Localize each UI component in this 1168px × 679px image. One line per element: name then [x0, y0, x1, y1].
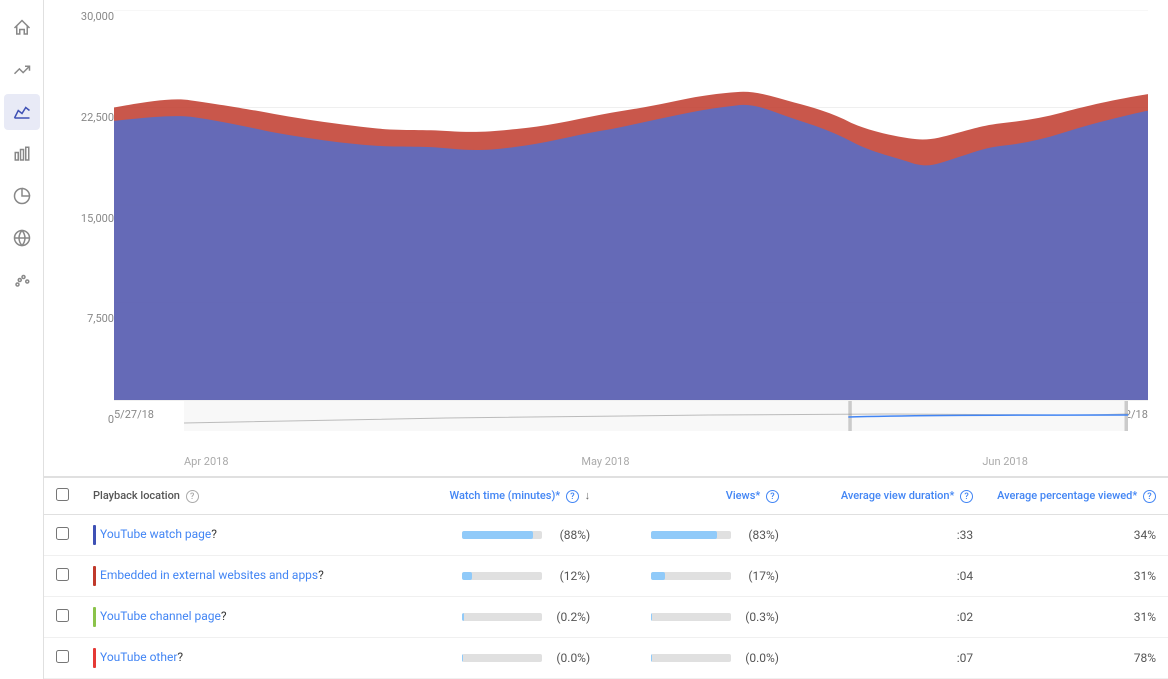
sidebar-icon-scatter[interactable] — [4, 262, 40, 298]
sidebar-icon-bar-chart[interactable] — [4, 136, 40, 172]
row-color-indicator — [93, 607, 96, 627]
row-avg-duration: :02 — [791, 597, 985, 638]
row-avg-duration: :07 — [791, 638, 985, 679]
header-playback-location: Playback location ? — [81, 478, 398, 515]
timeline-label-may: May 2018 — [581, 455, 629, 468]
playback-help-icon[interactable]: ? — [186, 490, 199, 503]
table-row: Embedded in external websites and apps? (… — [44, 556, 1168, 597]
avg-pct-help-icon[interactable]: ? — [1143, 490, 1156, 503]
row-checkbox-cell — [44, 515, 81, 556]
area-chart-wrapper: 5/27/18 5/29/18 5/31/18 6/2/18 6/4/18 6/… — [114, 10, 1148, 400]
header-label-watchtime: Watch time (minutes)* — [449, 489, 560, 502]
y-label-22500: 22,500 — [54, 111, 114, 124]
row-views-cell: (83%) — [602, 515, 791, 556]
row-watch-time-label: (0.2%) — [548, 610, 590, 624]
header-label-avg-duration: Average view duration* — [841, 489, 955, 502]
row-views-label: (0.0%) — [737, 651, 779, 665]
row-name-cell: YouTube channel page? — [81, 597, 398, 638]
row-views-cell: (0.0%) — [602, 638, 791, 679]
timeline-label-jun: Jun 2018 — [982, 455, 1028, 468]
y-label-7500: 7,500 — [54, 312, 114, 325]
area-chart-svg — [114, 10, 1148, 400]
table-row: YouTube other? (0.0%) (0.0%) :0778% — [44, 638, 1168, 679]
table-body: YouTube watch page?(88%)(83%):3334%Embed… — [44, 515, 1168, 679]
table-container: Playback location ? Watch time (minutes)… — [44, 476, 1168, 679]
row-views-label: (83%) — [737, 528, 779, 542]
row-name-cell: YouTube watch page? — [81, 515, 398, 556]
y-label-0: 0 — [54, 413, 114, 426]
row-checkbox-cell — [44, 597, 81, 638]
watchtime-sort-icon[interactable]: ↓ — [585, 489, 591, 502]
sidebar-icon-home[interactable] — [4, 10, 40, 46]
row-avg-pct: 31% — [985, 597, 1168, 638]
mini-timeline-svg — [184, 401, 1128, 431]
row-checkbox[interactable] — [56, 650, 69, 663]
row-views-cell: (17%) — [602, 556, 791, 597]
row-help-icon[interactable]: ? — [177, 650, 183, 664]
row-name-link[interactable]: Embedded in external websites and apps — [100, 568, 318, 582]
row-avg-pct: 34% — [985, 515, 1168, 556]
row-watch-time-cell: (12%) — [398, 556, 603, 597]
row-checkbox[interactable] — [56, 609, 69, 622]
header-label-views: Views* — [726, 489, 761, 502]
chart-container: 0 7,500 15,000 22,500 30,000 5/ — [44, 0, 1168, 476]
sidebar-icon-pie-chart[interactable] — [4, 178, 40, 214]
row-name-link[interactable]: YouTube channel page — [100, 609, 221, 623]
select-all-checkbox[interactable] — [56, 488, 69, 501]
header-label-playback: Playback location — [93, 489, 180, 502]
views-help-icon[interactable]: ? — [766, 490, 779, 503]
table-row: YouTube channel page? (0.2%) (0.3%) :0231% — [44, 597, 1168, 638]
row-checkbox-cell — [44, 638, 81, 679]
row-color-indicator — [93, 566, 96, 586]
main-content: 0 7,500 15,000 22,500 30,000 5/ — [44, 0, 1168, 679]
row-name-cell: YouTube other? — [81, 638, 398, 679]
row-color-indicator — [93, 648, 96, 668]
row-help-icon[interactable]: ? — [211, 527, 217, 541]
row-checkbox-cell — [44, 556, 81, 597]
row-name-link[interactable]: YouTube watch page — [100, 527, 211, 541]
timeline-container: Apr 2018 May 2018 Jun 2018 — [114, 400, 1148, 455]
header-checkbox-cell — [44, 478, 81, 515]
row-watch-time-label: (0.0%) — [548, 651, 590, 665]
table-row: YouTube watch page? (88%) (83%) :3334% — [44, 515, 1168, 556]
header-avg-pct: Average percentage viewed* ? — [985, 478, 1168, 515]
row-name-link[interactable]: YouTube other — [100, 650, 177, 664]
watchtime-help-icon[interactable]: ? — [566, 490, 579, 503]
row-views-label: (17%) — [737, 569, 779, 583]
row-avg-pct: 31% — [985, 556, 1168, 597]
header-avg-duration: Average view duration* ? — [791, 478, 985, 515]
row-help-icon[interactable]: ? — [221, 609, 227, 623]
table-header-row: Playback location ? Watch time (minutes)… — [44, 478, 1168, 515]
row-views-cell: (0.3%) — [602, 597, 791, 638]
row-avg-pct: 78% — [985, 638, 1168, 679]
playback-table: Playback location ? Watch time (minutes)… — [44, 478, 1168, 679]
row-watch-time-cell: (88%) — [398, 515, 603, 556]
row-views-label: (0.3%) — [737, 610, 779, 624]
row-help-icon[interactable]: ? — [318, 568, 324, 582]
sidebar-icon-area-chart[interactable] — [4, 94, 40, 130]
avg-duration-help-icon[interactable]: ? — [960, 490, 973, 503]
row-name-cell: Embedded in external websites and apps? — [81, 556, 398, 597]
row-watch-time-label: (88%) — [548, 528, 590, 542]
sidebar — [0, 0, 44, 679]
header-views: Views* ? — [602, 478, 791, 515]
row-watch-time-label: (12%) — [548, 569, 590, 583]
row-avg-duration: :33 — [791, 515, 985, 556]
row-checkbox[interactable] — [56, 568, 69, 581]
row-watch-time-cell: (0.2%) — [398, 597, 603, 638]
header-label-avg-pct: Average percentage viewed* — [997, 489, 1137, 502]
row-watch-time-cell: (0.0%) — [398, 638, 603, 679]
y-label-30000: 30,000 — [54, 10, 114, 23]
row-avg-duration: :04 — [791, 556, 985, 597]
timeline-label-apr: Apr 2018 — [184, 455, 229, 468]
sidebar-icon-globe[interactable] — [4, 220, 40, 256]
row-color-indicator — [93, 525, 96, 545]
header-watch-time: Watch time (minutes)* ? ↓ — [398, 478, 603, 515]
sidebar-icon-trending[interactable] — [4, 52, 40, 88]
y-label-15000: 15,000 — [54, 212, 114, 225]
timeline-labels: Apr 2018 May 2018 Jun 2018 — [184, 435, 1128, 468]
y-axis-labels: 0 7,500 15,000 22,500 30,000 — [54, 10, 114, 426]
row-checkbox[interactable] — [56, 527, 69, 540]
